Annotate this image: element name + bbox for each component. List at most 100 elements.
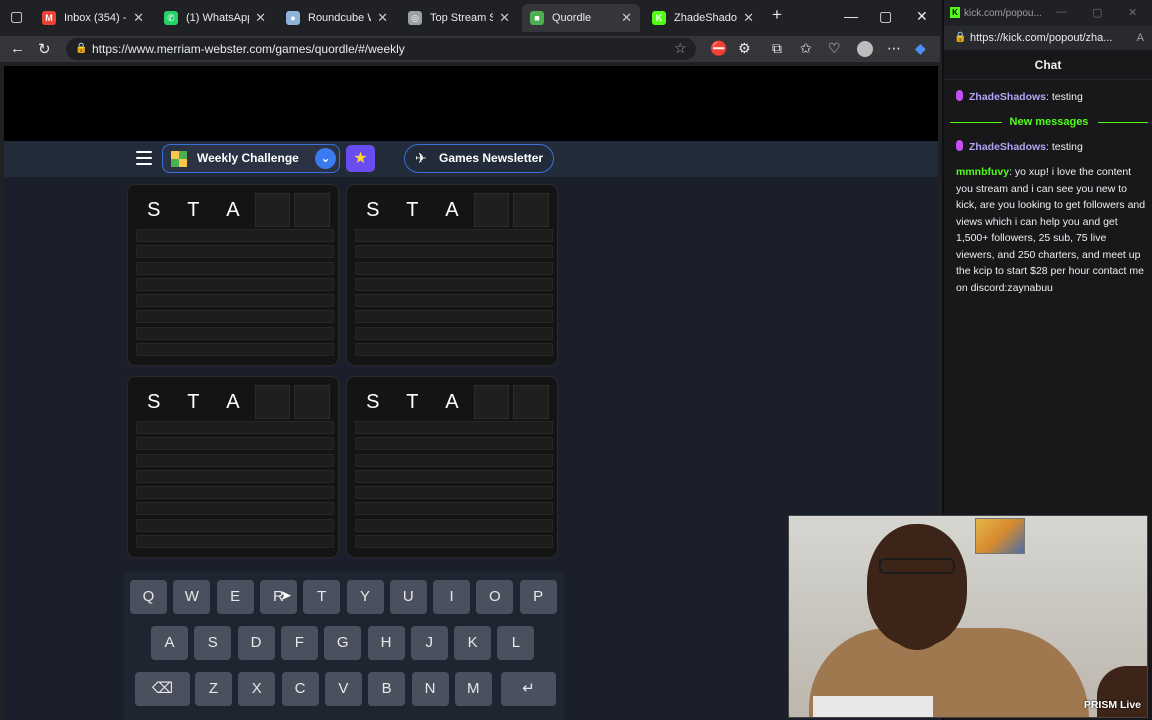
favorite-star-icon[interactable]: ☆ [674, 40, 687, 57]
tab-5[interactable]: K ZhadeShadows ✕ [644, 4, 762, 32]
empty-guess-row [355, 261, 553, 275]
guess-row: STA [353, 191, 551, 229]
empty-guess-row [136, 245, 334, 259]
key-g[interactable]: G [324, 626, 362, 660]
enter-key[interactable]: ↵ [501, 672, 556, 706]
close-tab-icon[interactable]: ✕ [621, 10, 632, 26]
reload-icon[interactable]: ↻ [38, 40, 51, 58]
key-x[interactable]: X [238, 672, 276, 706]
close-tab-icon[interactable]: ✕ [255, 10, 266, 26]
tab-actions-icon[interactable]: ▢ [10, 8, 23, 25]
key-s[interactable]: S [194, 626, 232, 660]
key-y[interactable]: Y [346, 580, 384, 614]
newsletter-button[interactable]: ✈ Games Newsletter [404, 144, 554, 173]
more-menu-icon[interactable]: ⋯ [887, 40, 901, 57]
backspace-key[interactable]: ⌫ [135, 672, 190, 706]
close-tab-icon[interactable]: ✕ [377, 10, 388, 26]
key-o[interactable]: O [476, 580, 514, 614]
split-screen-icon[interactable]: ⧉ [772, 40, 782, 57]
empty-guess-row [136, 326, 334, 340]
close-tab-icon[interactable]: ✕ [499, 10, 510, 26]
empty-guess-row [355, 245, 553, 259]
popout-close-icon[interactable]: ✕ [1128, 6, 1137, 19]
popout-url-bar[interactable]: 🔒 https://kick.com/popout/zha... A [944, 26, 1152, 50]
chat-title: Chat [944, 50, 1152, 80]
chevron-down-icon[interactable]: ⌄ [315, 148, 336, 169]
newsletter-label: Games Newsletter [439, 151, 544, 165]
key-q[interactable]: Q [130, 580, 167, 614]
key-w[interactable]: W [173, 580, 211, 614]
guess-row: STA [134, 383, 332, 421]
popout-maximize-icon[interactable]: ▢ [1092, 6, 1102, 19]
close-window-icon[interactable]: ✕ [916, 8, 928, 25]
key-v[interactable]: V [324, 672, 362, 706]
quordle-board-2: STA [346, 184, 558, 366]
key-e[interactable]: E [216, 580, 254, 614]
key-d[interactable]: D [237, 626, 275, 660]
tab-4[interactable]: ■ Quordle ✕ [522, 4, 640, 32]
empty-guess-row [355, 310, 553, 324]
popout-url: https://kick.com/popout/zha... [970, 32, 1113, 44]
key-n[interactable]: N [411, 672, 449, 706]
tab-3[interactable]: ◎ Top Stream Supp ✕ [400, 4, 518, 32]
key-z[interactable]: Z [195, 672, 232, 706]
whatsapp-icon: ✆ [164, 11, 178, 25]
url-field[interactable]: 🔒 https://www.merriam-webster.com/games/… [66, 38, 696, 60]
copilot-icon[interactable]: ◆ [915, 40, 926, 57]
key-h[interactable]: H [367, 626, 405, 660]
key-c[interactable]: C [281, 672, 319, 706]
chat-username[interactable]: ZhadeShadows [969, 91, 1046, 103]
new-tab-button[interactable]: + [772, 5, 782, 25]
star-button[interactable]: ★ [346, 145, 375, 172]
empty-guess-row [355, 421, 553, 434]
key-a[interactable]: A [151, 626, 188, 660]
popout-minimize-icon[interactable]: — [1056, 6, 1067, 18]
kick-icon: K [950, 7, 960, 18]
profile-avatar[interactable] [857, 41, 873, 57]
empty-guess-row [136, 437, 334, 451]
key-l[interactable]: L [497, 626, 535, 660]
key-u[interactable]: U [389, 580, 427, 614]
letter-tile [513, 193, 550, 227]
letter-tile: T [187, 198, 200, 221]
chat-username[interactable]: ZhadeShadows [969, 141, 1046, 153]
menu-icon[interactable] [136, 151, 152, 165]
letter-tile: S [366, 198, 380, 221]
chat-username[interactable]: mmnbfuvy [956, 166, 1009, 178]
tab-1[interactable]: ✆ (1) WhatsApp ✕ [156, 4, 274, 32]
tab-title: (1) WhatsApp [186, 12, 250, 24]
tab-0[interactable]: M Inbox (354) - zhe ✕ [34, 4, 152, 32]
letter-tile: S [147, 198, 161, 221]
close-tab-icon[interactable]: ✕ [133, 10, 144, 26]
key-k[interactable]: K [454, 626, 492, 660]
close-tab-icon[interactable]: ✕ [743, 10, 754, 26]
empty-guess-row [355, 343, 553, 357]
webcam-overlay: PRISM Live [788, 515, 1148, 718]
tab-title: Quordle [552, 12, 592, 24]
on-screen-keyboard: Q W E R T Y U I O P A S D F G H J K L ⌫ Z X C V B N M ↵ [124, 572, 564, 720]
key-b[interactable]: B [368, 672, 406, 706]
extension-icon[interactable]: ⛔ [710, 40, 727, 57]
empty-guess-row [136, 535, 334, 549]
key-t[interactable]: T [303, 580, 341, 614]
letter-tile: T [406, 198, 419, 221]
tab-2[interactable]: ● Roundcube Web ✕ [278, 4, 396, 32]
ad-banner [4, 66, 938, 141]
mode-selector[interactable]: Weekly Challenge ⌄ [162, 144, 340, 173]
key-p[interactable]: P [519, 580, 557, 614]
letter-tile: A [445, 198, 459, 221]
read-aloud-icon[interactable]: A [1137, 26, 1144, 50]
key-i[interactable]: I [433, 580, 471, 614]
empty-guess-row [355, 453, 553, 467]
puzzle-icon[interactable]: ⚙ [738, 40, 751, 57]
key-m[interactable]: M [454, 672, 492, 706]
webcam-label: PRISM Live [1083, 699, 1141, 711]
key-j[interactable]: J [410, 626, 448, 660]
back-icon[interactable]: ← [10, 40, 25, 57]
chat-text: : testing [1046, 141, 1083, 153]
key-f[interactable]: F [280, 626, 318, 660]
favorites-icon[interactable]: ✩ [800, 40, 812, 57]
maximize-icon[interactable]: ▢ [879, 8, 892, 25]
heart-icon[interactable]: ♡ [828, 40, 841, 57]
minimize-icon[interactable]: — [844, 8, 858, 24]
